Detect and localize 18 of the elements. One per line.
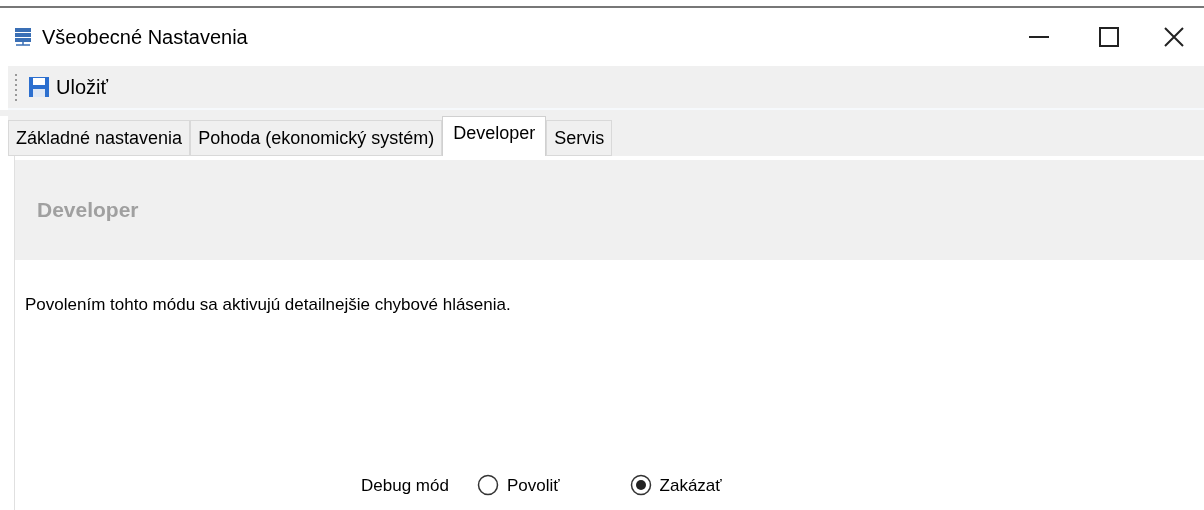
grip-icon [14, 72, 18, 102]
radio-button[interactable] [629, 474, 652, 497]
field-label: Debug mód [361, 474, 449, 497]
window-title: Všeobecné Nastavenia [42, 25, 248, 50]
radio-button[interactable] [476, 474, 499, 497]
minimize-icon [1029, 36, 1049, 38]
save-button[interactable]: Uložiť [26, 72, 110, 102]
description-text: Povolením tohto módu sa aktivujú detailnejšie chybové hlásenia. [25, 294, 512, 316]
server-icon [14, 27, 32, 47]
radio-option[interactable]: Zakázať [629, 472, 722, 498]
close-icon [1164, 27, 1184, 47]
tab[interactable]: Základné nastavenia [8, 120, 191, 156]
radio-option[interactable]: Povoliť [476, 472, 560, 498]
tab[interactable]: Pohoda (ekonomický systém) [190, 120, 443, 156]
panel-heading: Developer [37, 197, 139, 224]
tab[interactable]: Servis [546, 120, 613, 156]
tab[interactable]: Developer [442, 116, 547, 156]
maximize-icon [1099, 27, 1119, 47]
